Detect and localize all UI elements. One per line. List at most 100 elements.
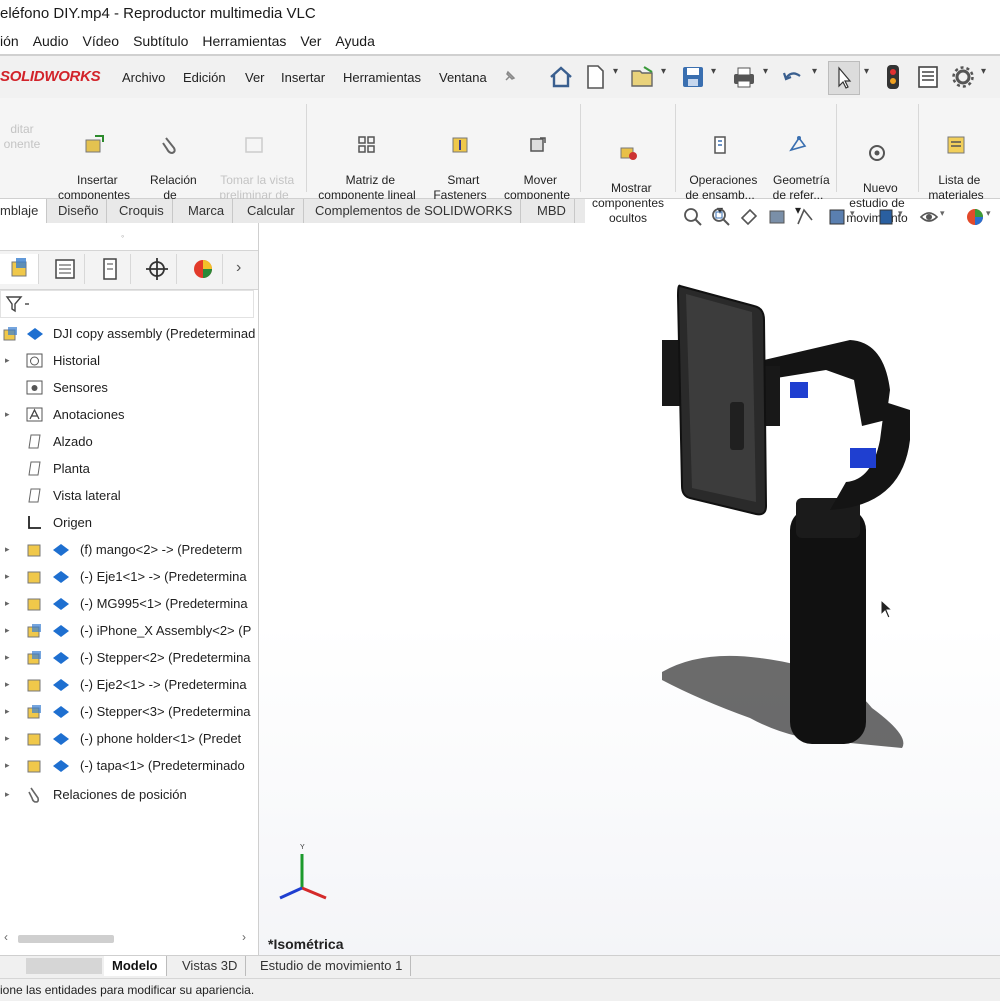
expand-arrow-icon[interactable]: ▸ (5, 590, 10, 617)
rebuild-traffic-light-icon[interactable] (884, 63, 902, 91)
home-icon[interactable] (548, 64, 574, 90)
sw-menu-ventana[interactable]: Ventana (439, 70, 487, 85)
edit-appearance-icon[interactable] (964, 206, 988, 228)
tree-component[interactable]: ▸ (-) MG995<1> (Predetermina (0, 590, 258, 617)
gear-icon[interactable] (950, 64, 976, 90)
tab-property-manager[interactable] (46, 254, 85, 284)
expand-arrow-icon[interactable]: ▸ (5, 781, 10, 808)
bill-of-materials-button[interactable]: Lista de materiales (920, 104, 992, 203)
show-hidden-components-button[interactable]: Mostrar componentes ocultos (584, 112, 672, 226)
previous-view-icon[interactable] (738, 206, 760, 228)
chevron-down-icon[interactable]: ▾ (986, 208, 991, 219)
chevron-down-icon[interactable]: ▾ (898, 208, 903, 219)
vlc-menu-subtitle[interactable]: Subtítulo (133, 28, 196, 54)
hide-show-items-icon[interactable] (918, 206, 942, 228)
expand-arrow-icon[interactable]: ▸ (5, 671, 10, 698)
new-document-icon[interactable] (584, 64, 606, 90)
panel-splitter-handle[interactable]: ◦ (121, 231, 124, 241)
tree-component[interactable]: ▸ (f) mango<2> -> (Predeterm (0, 536, 258, 563)
expand-arrow-icon[interactable]: ▸ (5, 347, 10, 374)
vlc-menu-view[interactable]: Ver (300, 28, 329, 54)
view-orientation-icon[interactable] (826, 206, 852, 228)
tab-navigation-arrows[interactable] (26, 958, 102, 974)
panel-horizontal-scrollbar[interactable]: ‹ › (0, 930, 256, 948)
section-view-icon[interactable] (766, 206, 788, 228)
tab-ensamblaje[interactable]: mblaje (0, 199, 48, 223)
sw-menu-archivo[interactable]: Archivo (122, 70, 165, 85)
tree-item-planta[interactable]: Planta (0, 455, 258, 482)
tab-configuration-manager[interactable] (92, 254, 131, 284)
chevron-down-icon[interactable]: ▾ (763, 66, 768, 77)
chevron-down-icon[interactable]: ▾ (711, 66, 716, 77)
scroll-right-icon[interactable]: › (242, 930, 246, 944)
tree-component[interactable]: ▸ (-) Stepper<2> (Predetermina (0, 644, 258, 671)
tree-component[interactable]: ▸ (-) Eje1<1> -> (Predetermina (0, 563, 258, 590)
pin-icon[interactable] (502, 68, 518, 84)
tree-item-vista-lateral[interactable]: Vista lateral (0, 482, 258, 509)
tab-complementos[interactable]: Complementos de SOLIDWORKS (307, 199, 522, 223)
vlc-menu-audio[interactable]: Audio (33, 28, 77, 54)
assembly-features-button[interactable]: Operaciones de ensamb... ▾ (678, 104, 762, 218)
tree-filter[interactable] (0, 290, 254, 318)
sw-menu-herramientas[interactable]: Herramientas (343, 70, 421, 85)
smart-fasteners-button[interactable]: Smart Fasteners (428, 104, 492, 203)
chevron-down-icon[interactable]: ▾ (812, 66, 817, 77)
tree-item-mates[interactable]: ▸ Relaciones de posición (0, 781, 258, 808)
tab-mbd[interactable]: MBD (529, 199, 575, 223)
tab-vistas-3d[interactable]: Vistas 3D (174, 956, 247, 976)
tree-item-sensores[interactable]: Sensores (0, 374, 258, 401)
expand-arrow-icon[interactable]: ▸ (5, 617, 10, 644)
sw-menu-insertar[interactable]: Insertar (281, 70, 325, 85)
chevron-down-icon[interactable]: ▾ (850, 208, 855, 219)
tab-marca[interactable]: Marca (180, 199, 234, 223)
vlc-menu-item[interactable]: ión (0, 28, 27, 54)
vlc-menu-video[interactable]: Vídeo (83, 28, 128, 54)
tree-component[interactable]: ▸ (-) tapa<1> (Predeterminado (0, 752, 258, 779)
file-properties-icon[interactable] (916, 64, 940, 90)
vlc-menu-tools[interactable]: Herramientas (202, 28, 294, 54)
chevron-down-icon[interactable]: ▾ (864, 66, 869, 77)
sw-menu-edicion[interactable]: Edición (183, 70, 226, 85)
chevron-down-icon[interactable]: ▾ (613, 66, 618, 77)
chevron-right-icon[interactable]: › (236, 259, 241, 277)
tab-diseno[interactable]: Diseño (50, 199, 108, 223)
tree-item-historial[interactable]: ▸ Historial (0, 347, 258, 374)
tree-item-anotaciones[interactable]: ▸ Anotaciones (0, 401, 258, 428)
expand-arrow-icon[interactable]: ▸ (5, 752, 10, 779)
expand-arrow-icon[interactable]: ▸ (5, 725, 10, 752)
tree-item-origen[interactable]: Origen (0, 509, 258, 536)
tab-calcular[interactable]: Calcular (239, 199, 304, 223)
tree-item-alzado[interactable]: Alzado (0, 428, 258, 455)
expand-arrow-icon[interactable]: ▸ (5, 401, 10, 428)
dynamic-annotation-icon[interactable] (794, 206, 816, 228)
tab-feature-tree[interactable] (0, 254, 39, 284)
tree-root-assembly[interactable]: DJI copy assembly (Predeterminad (0, 320, 258, 347)
tree-component[interactable]: ▸ (-) phone holder<1> (Predet (0, 725, 258, 752)
print-icon[interactable] (730, 64, 758, 90)
vlc-menu-help[interactable]: Ayuda (335, 28, 382, 54)
expand-arrow-icon[interactable]: ▸ (5, 536, 10, 563)
tab-dimxpert[interactable] (138, 254, 177, 284)
tab-croquis[interactable]: Croquis (111, 199, 173, 223)
scrollbar-thumb[interactable] (18, 935, 114, 943)
expand-arrow-icon[interactable]: ▸ (5, 644, 10, 671)
tab-motion-study[interactable]: Estudio de movimiento 1 (252, 956, 412, 976)
chevron-down-icon[interactable]: ▾ (981, 66, 986, 77)
scroll-left-icon[interactable]: ‹ (4, 930, 8, 944)
undo-icon[interactable] (780, 64, 806, 90)
open-folder-icon[interactable] (630, 64, 656, 90)
tree-component[interactable]: ▸ (-) Eje2<1> -> (Predetermina (0, 671, 258, 698)
edit-component-button[interactable]: ditar onente (0, 122, 44, 152)
save-icon[interactable] (680, 64, 706, 90)
tab-display-manager[interactable] (184, 254, 223, 284)
select-tool-button[interactable] (828, 61, 860, 95)
sw-menu-ver[interactable]: Ver (245, 70, 265, 85)
expand-arrow-icon[interactable]: ▸ (5, 563, 10, 590)
chevron-down-icon[interactable]: ▾ (661, 66, 666, 77)
tab-modelo[interactable]: Modelo (104, 956, 167, 976)
zoom-to-fit-icon[interactable] (682, 206, 704, 228)
solidworks-logo[interactable]: SOLIDWORKS (0, 68, 101, 85)
tree-component[interactable]: ▸ (-) iPhone_X Assembly<2> (P (0, 617, 258, 644)
display-style-icon[interactable] (876, 206, 900, 228)
expand-arrow-icon[interactable]: ▸ (5, 698, 10, 725)
